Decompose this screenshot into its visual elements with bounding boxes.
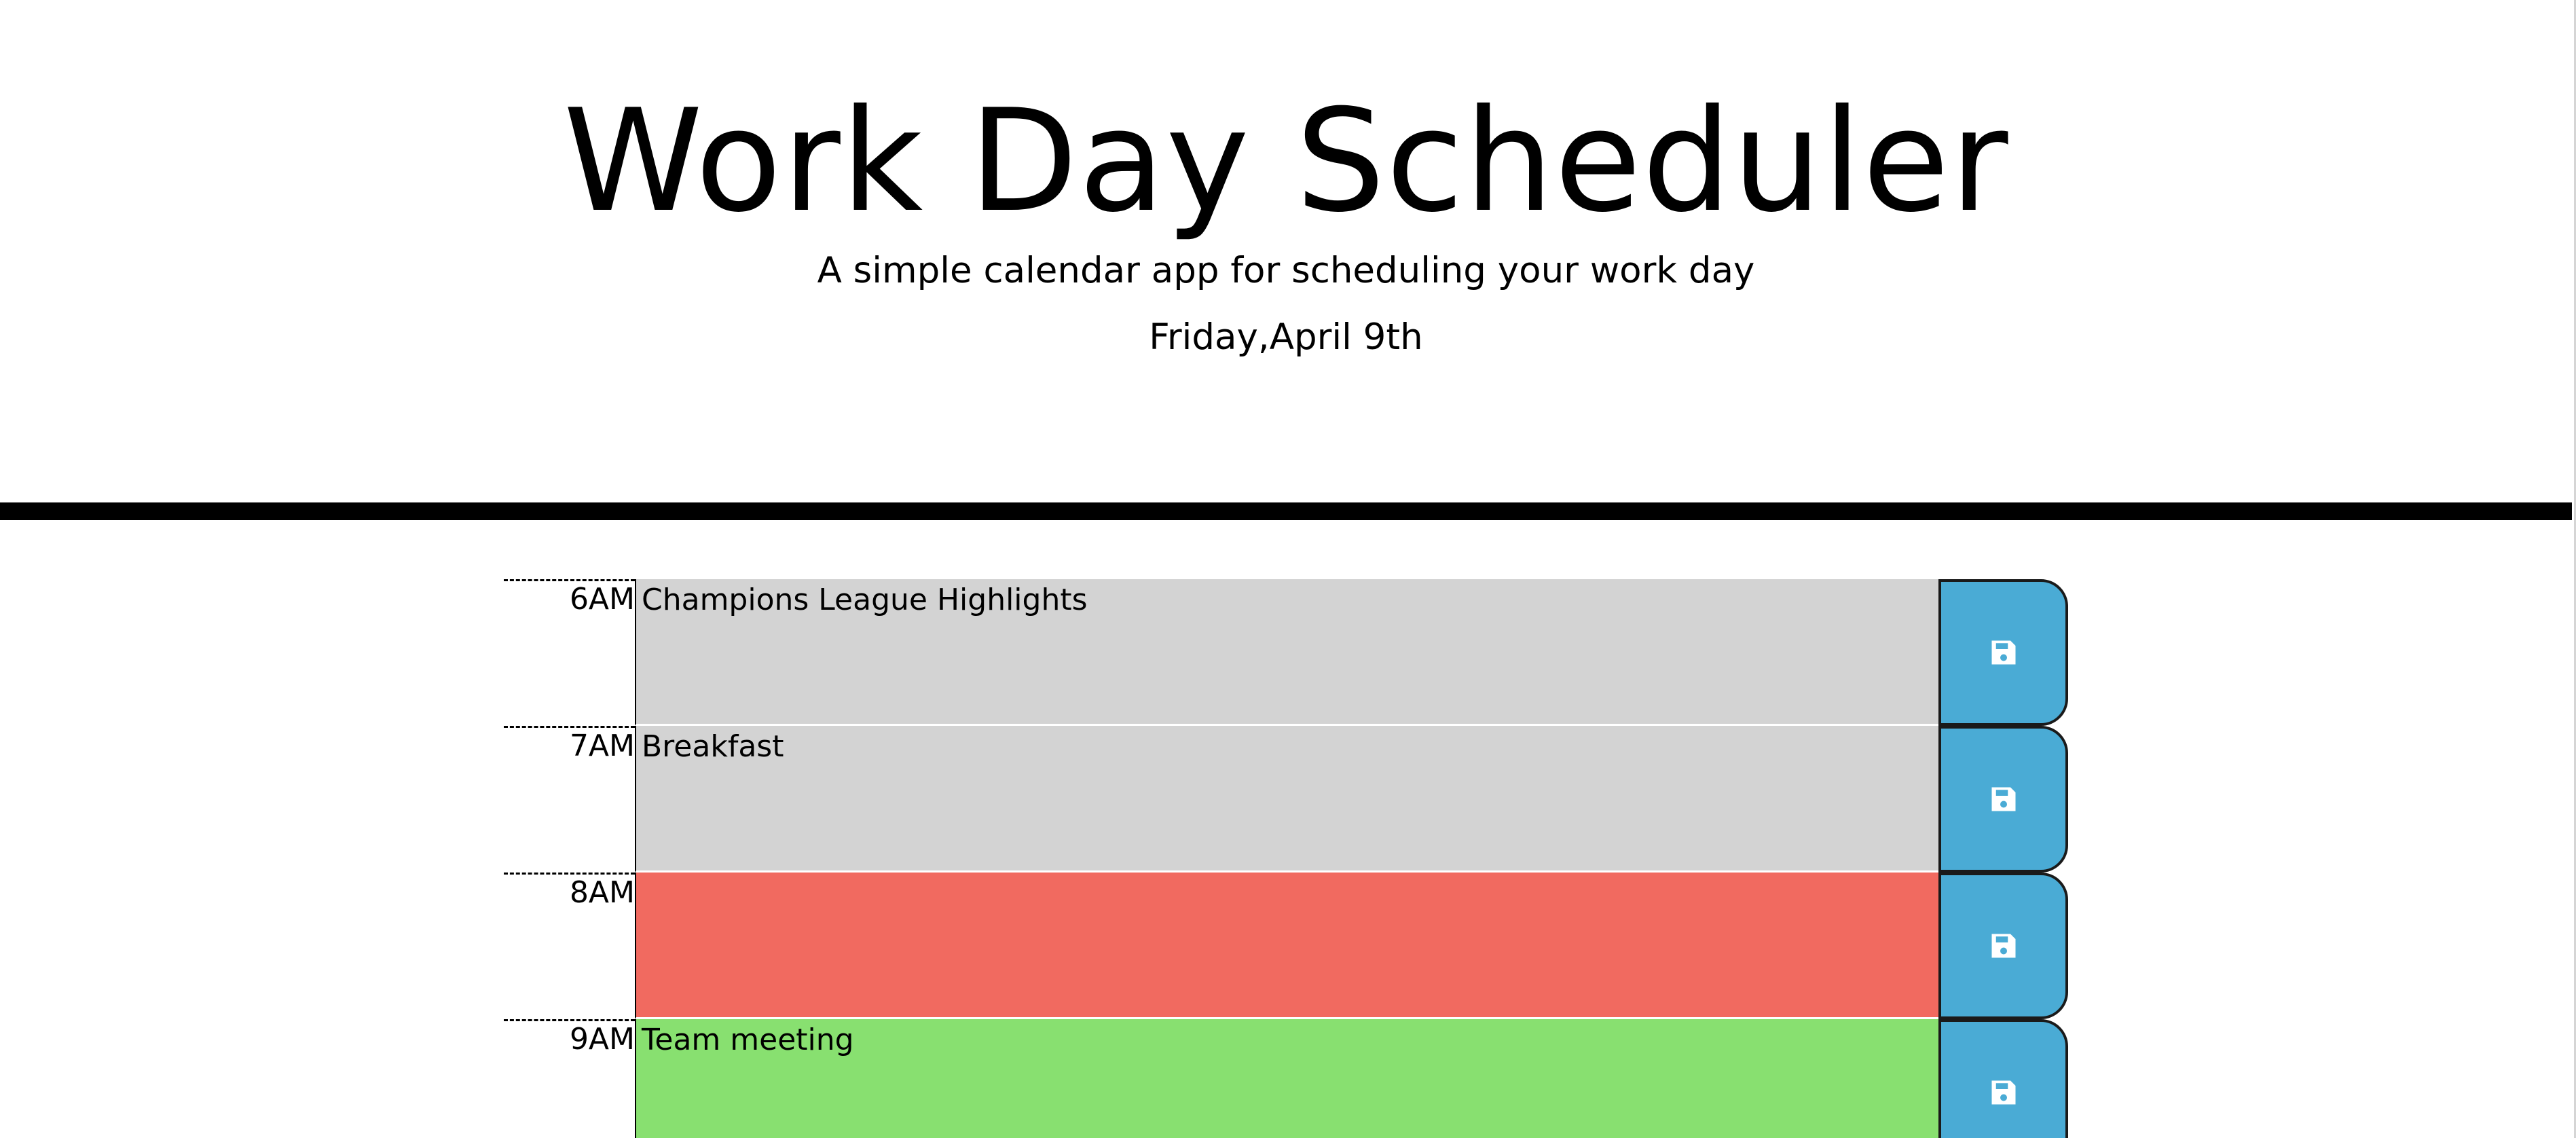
page-title: Work Day Scheduler xyxy=(563,79,2009,244)
hour-label: 8AM xyxy=(504,873,635,1019)
time-block-6am: 6AM Champions League Highlights xyxy=(504,579,2068,726)
header-divider xyxy=(0,502,2572,520)
page-subtitle: A simple calendar app for scheduling you… xyxy=(817,250,1755,291)
save-button[interactable] xyxy=(1938,579,2068,726)
hour-label: 9AM xyxy=(504,1019,635,1138)
time-block-9am: 9AM Team meeting xyxy=(504,1019,2068,1138)
time-block-8am: 8AM xyxy=(504,873,2068,1019)
hour-label: 7AM xyxy=(504,726,635,873)
save-button[interactable] xyxy=(1938,873,2068,1019)
hour-label: 6AM xyxy=(504,579,635,726)
save-button[interactable] xyxy=(1938,1019,2068,1138)
description-input[interactable] xyxy=(635,873,1938,1019)
floppy-disk-icon xyxy=(1991,934,2015,958)
description-input[interactable]: Breakfast xyxy=(635,726,1938,873)
floppy-disk-icon xyxy=(1991,787,2015,811)
floppy-disk-icon xyxy=(1991,640,2015,665)
floppy-disk-icon xyxy=(1991,1080,2015,1105)
page: Work Day Scheduler A simple calendar app… xyxy=(0,0,2576,1138)
save-button[interactable] xyxy=(1938,726,2068,873)
description-input[interactable]: Team meeting xyxy=(635,1019,1938,1138)
time-block-7am: 7AM Breakfast xyxy=(504,726,2068,873)
current-day: Friday,April 9th xyxy=(1149,316,1423,358)
header: Work Day Scheduler A simple calendar app… xyxy=(0,0,2572,502)
schedule: 6AM Champions League Highlights 7AM Brea… xyxy=(504,579,2068,1138)
description-input[interactable]: Champions League Highlights xyxy=(635,579,1938,726)
